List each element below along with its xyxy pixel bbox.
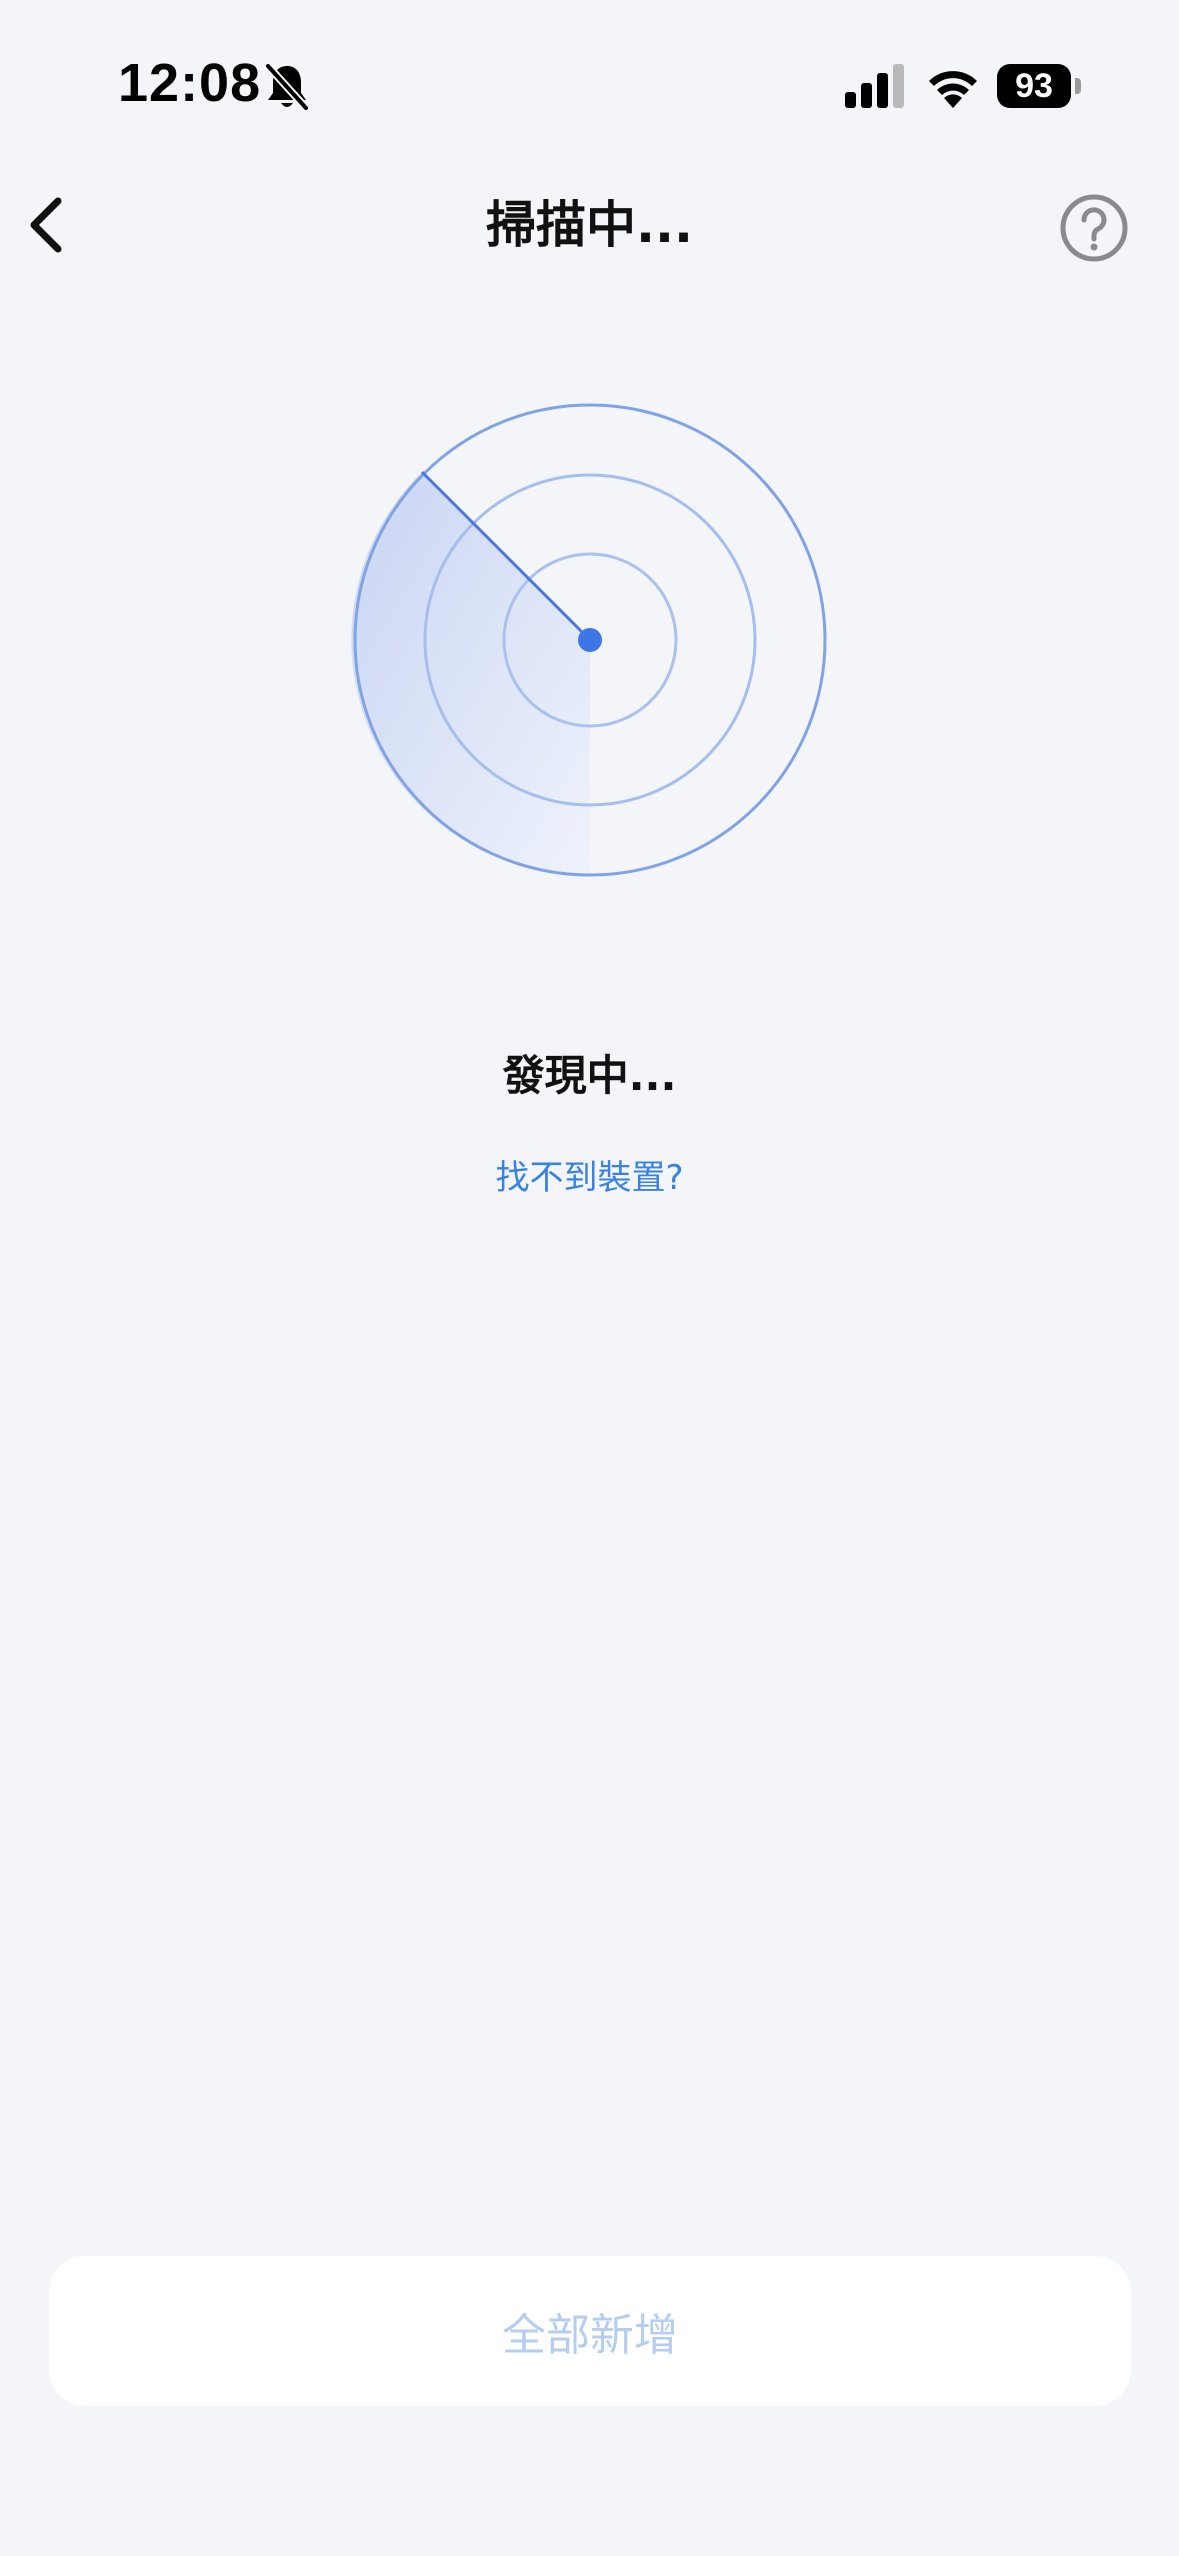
add-all-label: 全部新增 xyxy=(502,2310,678,2361)
bell-slash-icon xyxy=(265,63,309,111)
page-title: 掃描中... xyxy=(486,196,693,254)
battery-indicator: 93 xyxy=(997,64,1071,108)
device-not-found-link[interactable]: 找不到裝置? xyxy=(0,1153,1179,1203)
radar-scan-icon xyxy=(351,403,827,877)
status-bar: 12:08 93 xyxy=(0,0,1179,175)
help-button[interactable] xyxy=(1058,192,1130,264)
cellular-signal-icon xyxy=(845,64,904,108)
wifi-icon xyxy=(929,71,977,108)
battery-cap xyxy=(1075,78,1081,94)
add-all-button[interactable]: 全部新增 xyxy=(49,2256,1131,2406)
status-time: 12:08 xyxy=(118,53,262,113)
scan-status-text: 發現中... xyxy=(502,1051,677,1100)
